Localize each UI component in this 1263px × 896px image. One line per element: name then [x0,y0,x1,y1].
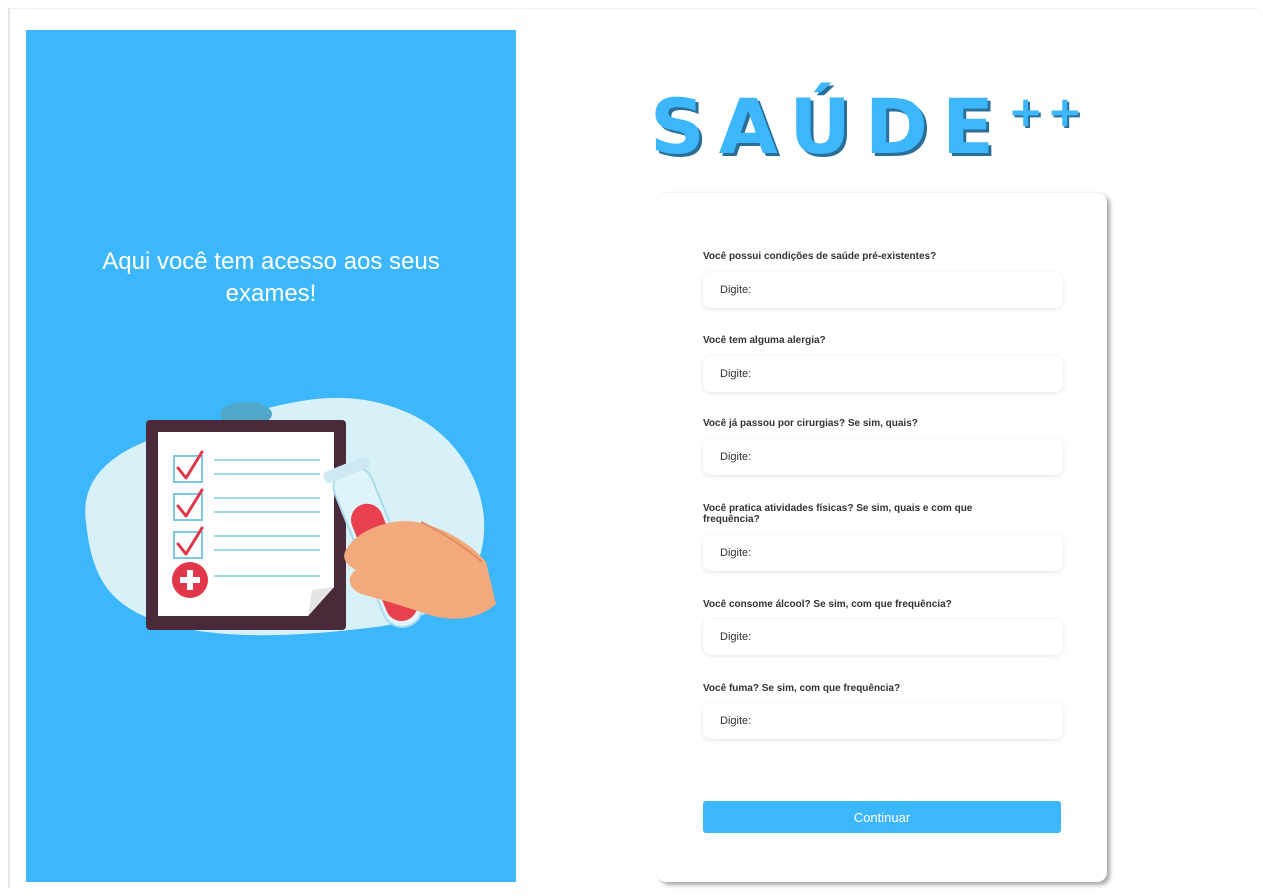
question-smoking: Você fuma? Se sim, com que frequência? [703,683,901,694]
logo-text: SAÚDE [650,82,1008,171]
left-panel: Aqui você tem acesso aos seus exames! [26,30,516,882]
input-smoking[interactable] [703,703,1063,739]
input-allergies[interactable] [703,356,1063,392]
app-logo: SAÚDE++ [650,82,1120,172]
clipboard-illustration [85,397,496,636]
input-alcohol[interactable] [703,619,1063,655]
question-surgeries: Você já passou por cirurgias? Se sim, qu… [703,418,918,429]
continue-button[interactable]: Continuar [703,801,1061,833]
logo-suffix: ++ [1007,87,1087,136]
question-physical-activity: Você pratica atividades físicas? Se sim,… [703,503,973,525]
input-surgeries[interactable] [703,439,1063,475]
left-panel-heading: Aqui você tem acesso aos seus exames! [102,248,440,307]
input-physical-activity[interactable] [703,535,1063,571]
question-pre-existing-conditions: Você possui condições de saúde pré-exist… [703,251,937,262]
health-form-card: Você possui condições de saúde pré-exist… [657,192,1107,882]
question-alcohol: Você consome álcool? Se sim, com que fre… [703,599,952,610]
question-allergies: Você tem alguma alergia? [703,335,826,346]
input-pre-existing-conditions[interactable] [703,272,1063,308]
